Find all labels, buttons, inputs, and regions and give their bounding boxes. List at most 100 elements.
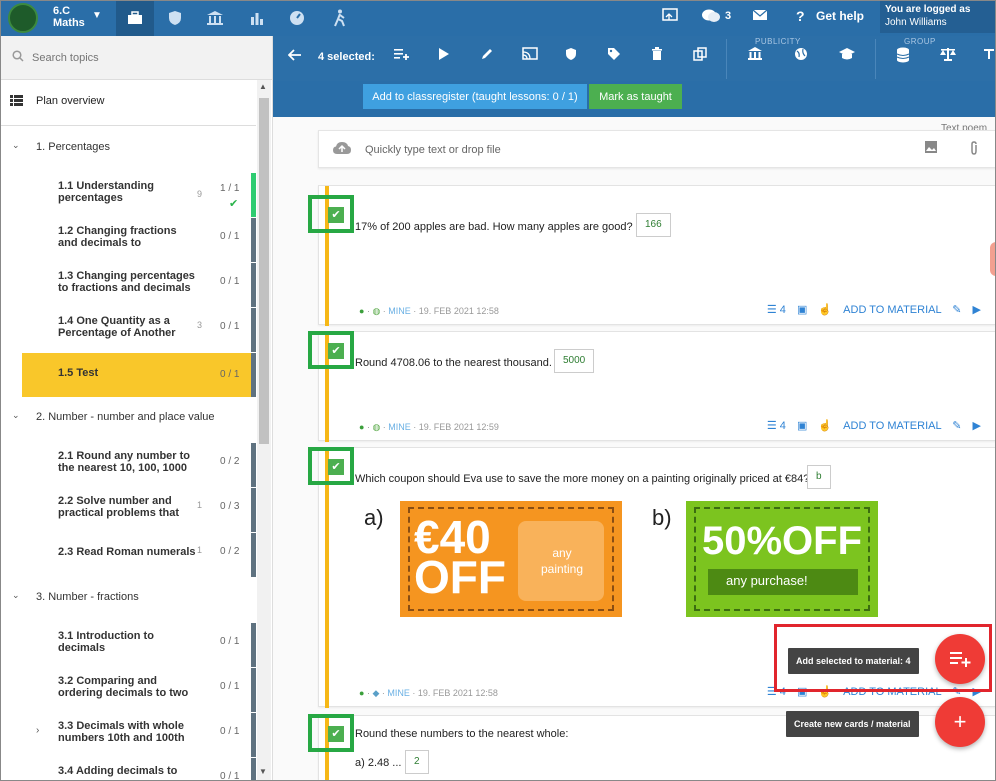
database-icon[interactable]: ☰: [767, 420, 777, 432]
chat-count-badge: 3: [725, 10, 732, 22]
quick-text-input[interactable]: Quickly type text or drop file: [365, 144, 501, 156]
cast-icon[interactable]: [519, 47, 541, 65]
globe-icon[interactable]: ◍: [372, 422, 380, 432]
coupon-a-image: €40 OFF any painting: [400, 501, 622, 617]
card-checkbox[interactable]: ✔: [328, 726, 344, 742]
tag-icon[interactable]: ●: [359, 306, 364, 316]
add-to-material-link[interactable]: ADD TO MATERIAL: [843, 304, 941, 316]
tag-icon[interactable]: ●: [359, 422, 364, 432]
pencil-icon[interactable]: ✎: [952, 304, 961, 316]
card-answer: 5000: [554, 349, 595, 373]
class-name[interactable]: 6.C Maths: [53, 5, 85, 29]
tag-icon[interactable]: [603, 47, 625, 65]
lesson-item[interactable]: 3.4 Adding decimals to 0 / 1: [22, 758, 256, 781]
more-icon[interactable]: [981, 47, 996, 65]
add-selected-to-material-button[interactable]: [935, 634, 985, 684]
thumbs-up-icon[interactable]: ☝: [818, 420, 832, 432]
search-input[interactable]: [32, 46, 252, 70]
quick-input-box[interactable]: Quickly type text or drop file: [318, 130, 996, 168]
shield-icon[interactable]: [560, 47, 582, 65]
hiking-icon[interactable]: [321, 0, 359, 36]
chevron-right-icon[interactable]: ›: [36, 725, 39, 736]
lesson-item[interactable]: › 3.3 Decimals with whole numbers 10th a…: [22, 713, 256, 757]
card-question: Round 4708.06 to the nearest thousand.: [355, 357, 552, 369]
database-icon[interactable]: [892, 47, 914, 67]
help-link[interactable]: Get help: [816, 9, 864, 23]
copy-icon[interactable]: [689, 47, 711, 65]
balance-scale-icon[interactable]: [937, 47, 959, 65]
lesson-item[interactable]: 3.1 Introduction to decimals 0 / 1: [22, 623, 256, 667]
login-line1: You are logged as: [885, 4, 971, 15]
graduation-cap-icon[interactable]: [836, 47, 858, 65]
cast-icon[interactable]: ▣: [797, 420, 807, 432]
chapter-item[interactable]: ⌄ 3. Number - fractions: [0, 577, 256, 617]
card-owner: MINE: [388, 306, 411, 316]
institution-icon[interactable]: [196, 0, 234, 36]
lesson-progress: 0 / 1: [220, 276, 240, 287]
cast-icon[interactable]: ▣: [797, 304, 807, 316]
globe-icon[interactable]: ◍: [372, 306, 380, 316]
card-date: 19. FEB 2021 12:58: [418, 306, 499, 316]
scroll-down-icon[interactable]: ▼: [259, 767, 267, 776]
material-card[interactable]: 17% of 200 apples are bad. How many appl…: [318, 185, 996, 326]
lesson-item[interactable]: 1.2 Changing fractions and decimals to 0…: [22, 218, 256, 262]
graduation-cap-icon[interactable]: ◆: [372, 688, 379, 698]
lesson-item[interactable]: 3.2 Comparing and ordering decimals to t…: [22, 668, 256, 712]
gauge-icon[interactable]: [278, 0, 316, 36]
card-answer: 2: [405, 750, 429, 774]
paperclip-icon[interactable]: [969, 141, 979, 158]
thumbs-up-icon[interactable]: ☝: [818, 304, 832, 316]
add-to-list-icon[interactable]: [391, 47, 413, 65]
mail-icon[interactable]: [752, 8, 768, 24]
plan-overview-link[interactable]: Plan overview: [0, 80, 256, 126]
lesson-item[interactable]: 2.2 Solve number and practical problems …: [22, 488, 256, 532]
help-icon[interactable]: ?: [796, 8, 805, 24]
sidebar-scroll-thumb[interactable]: [259, 98, 269, 444]
coupon-b-label: b): [652, 505, 672, 530]
class-logo[interactable]: [8, 3, 38, 33]
play-icon[interactable]: ▶: [973, 304, 981, 316]
image-icon[interactable]: [925, 141, 937, 156]
cast-icon[interactable]: [662, 8, 678, 25]
chapter-item[interactable]: ⌄ 1. Percentages: [0, 127, 256, 167]
card-checkbox[interactable]: ✔: [328, 207, 344, 223]
chapter-item[interactable]: ⌄ 2. Number - number and place value: [0, 397, 256, 437]
card-checkbox[interactable]: ✔: [328, 343, 344, 359]
tag-icon[interactable]: ●: [359, 688, 364, 698]
lesson-material-count: 1: [197, 500, 203, 510]
lesson-item[interactable]: 1.3 Changing percentages to fractions an…: [22, 263, 256, 307]
lesson-item[interactable]: 1.1 Understanding percentages 9 1 / 1 ✔: [22, 173, 256, 217]
lesson-title: 2.2 Solve number and practical problems …: [58, 495, 180, 519]
list-icon: [10, 94, 23, 109]
plan-overview-label: Plan overview: [36, 95, 105, 107]
chat-icon[interactable]: [701, 8, 721, 27]
lesson-item[interactable]: 2.3 Read Roman numerals 1 0 / 2: [22, 533, 256, 577]
lesson-item[interactable]: 2.1 Round any number to the nearest 10, …: [22, 443, 256, 487]
trash-icon[interactable]: [646, 47, 668, 65]
play-icon[interactable]: ▶: [973, 420, 981, 432]
add-to-material-link[interactable]: ADD TO MATERIAL: [843, 420, 941, 432]
login-box[interactable]: You are logged as John Williams: [880, 1, 995, 33]
lesson-item-active[interactable]: 1.5 Test 0 / 1: [22, 353, 256, 397]
caret-down-icon[interactable]: ▼: [92, 10, 102, 21]
card-checkbox[interactable]: ✔: [328, 459, 344, 475]
add-to-classregister-button[interactable]: Add to classregister (taught lessons: 0 …: [363, 84, 587, 109]
shield-icon[interactable]: [156, 0, 194, 36]
play-icon[interactable]: [433, 47, 455, 65]
create-new-cards-button[interactable]: +: [935, 697, 985, 747]
pencil-icon[interactable]: ✎: [952, 420, 961, 432]
bar-chart-icon[interactable]: [238, 0, 276, 36]
create-new-tooltip: Create new cards / material: [786, 711, 919, 737]
back-arrow-icon[interactable]: [287, 48, 302, 65]
material-card[interactable]: Round 4708.06 to the nearest thousand. 5…: [318, 331, 996, 442]
lesson-item[interactable]: 1.4 One Quantity as a Percentage of Anot…: [22, 308, 256, 352]
globe-icon[interactable]: [790, 47, 812, 65]
lesson-title: 3.4 Adding decimals to: [58, 765, 178, 777]
mark-as-taught-button[interactable]: Mark as taught: [589, 84, 682, 109]
scroll-up-icon[interactable]: ▲: [259, 82, 267, 91]
cloud-upload-icon[interactable]: [332, 141, 352, 159]
database-icon[interactable]: ☰: [767, 304, 777, 316]
institution-icon[interactable]: [744, 47, 766, 65]
briefcase-icon[interactable]: [116, 0, 154, 36]
pencil-icon[interactable]: [476, 47, 498, 65]
